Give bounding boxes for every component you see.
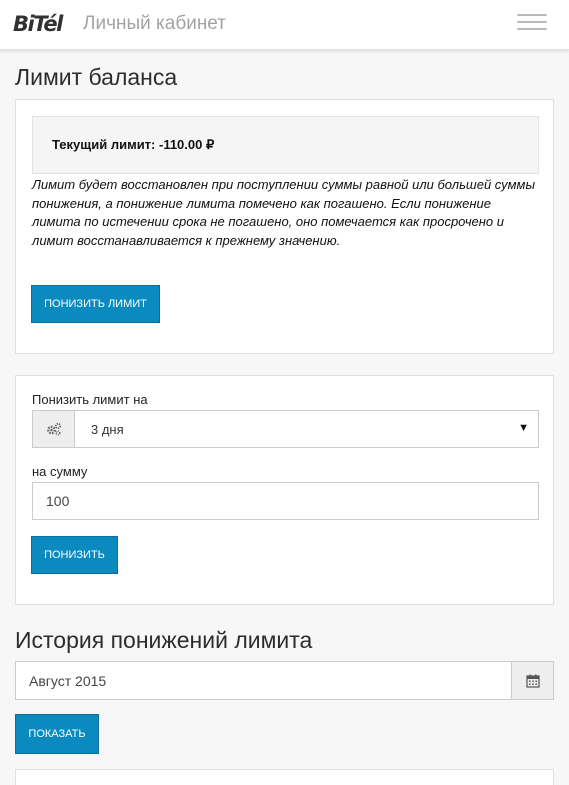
period-select[interactable]: 3 дня ▼ <box>32 410 539 448</box>
current-limit-text: Текущий лимит: -110.00 ₽ <box>52 137 215 152</box>
history-results-panel <box>15 769 554 785</box>
period-value: 3 дня <box>91 421 124 437</box>
current-limit-box: Текущий лимит: -110.00 ₽ <box>32 116 539 174</box>
show-history-button[interactable]: Показать <box>15 714 99 754</box>
limit-panel: Текущий лимит: -110.00 ₽ Лимит будет вос… <box>15 99 554 354</box>
calendar-icon[interactable] <box>511 662 553 699</box>
limit-section-title: Лимит баланса <box>15 64 178 90</box>
lower-submit-button[interactable]: Понизить <box>31 536 118 574</box>
gears-icon <box>33 411 75 447</box>
month-input[interactable]: Август 2015 <box>16 662 511 699</box>
page-title-header: Личный кабинет <box>83 13 226 34</box>
month-picker[interactable]: Август 2015 <box>15 661 554 700</box>
period-select-value[interactable]: 3 дня ▼ <box>75 411 538 447</box>
period-label: Понизить лимит на <box>32 392 148 407</box>
lower-limit-button[interactable]: Понизить лимит <box>31 285 160 323</box>
logo-text: BiTél <box>13 12 63 36</box>
hamburger-menu-icon[interactable] <box>517 14 547 34</box>
amount-label: на сумму <box>32 464 88 479</box>
caret-down-icon: ▼ <box>518 422 529 434</box>
amount-input[interactable]: 100 <box>32 482 539 520</box>
history-section-title: История понижений лимита <box>15 627 313 653</box>
bitel-logo[interactable]: BiTél <box>13 11 63 37</box>
limit-note: Лимит будет восстановлен при поступлении… <box>32 177 536 248</box>
lower-limit-form: Понизить лимит на 3 дня ▼ на сумму 100 П… <box>15 375 554 605</box>
top-navbar: BiTél Личный кабинет <box>0 0 569 50</box>
